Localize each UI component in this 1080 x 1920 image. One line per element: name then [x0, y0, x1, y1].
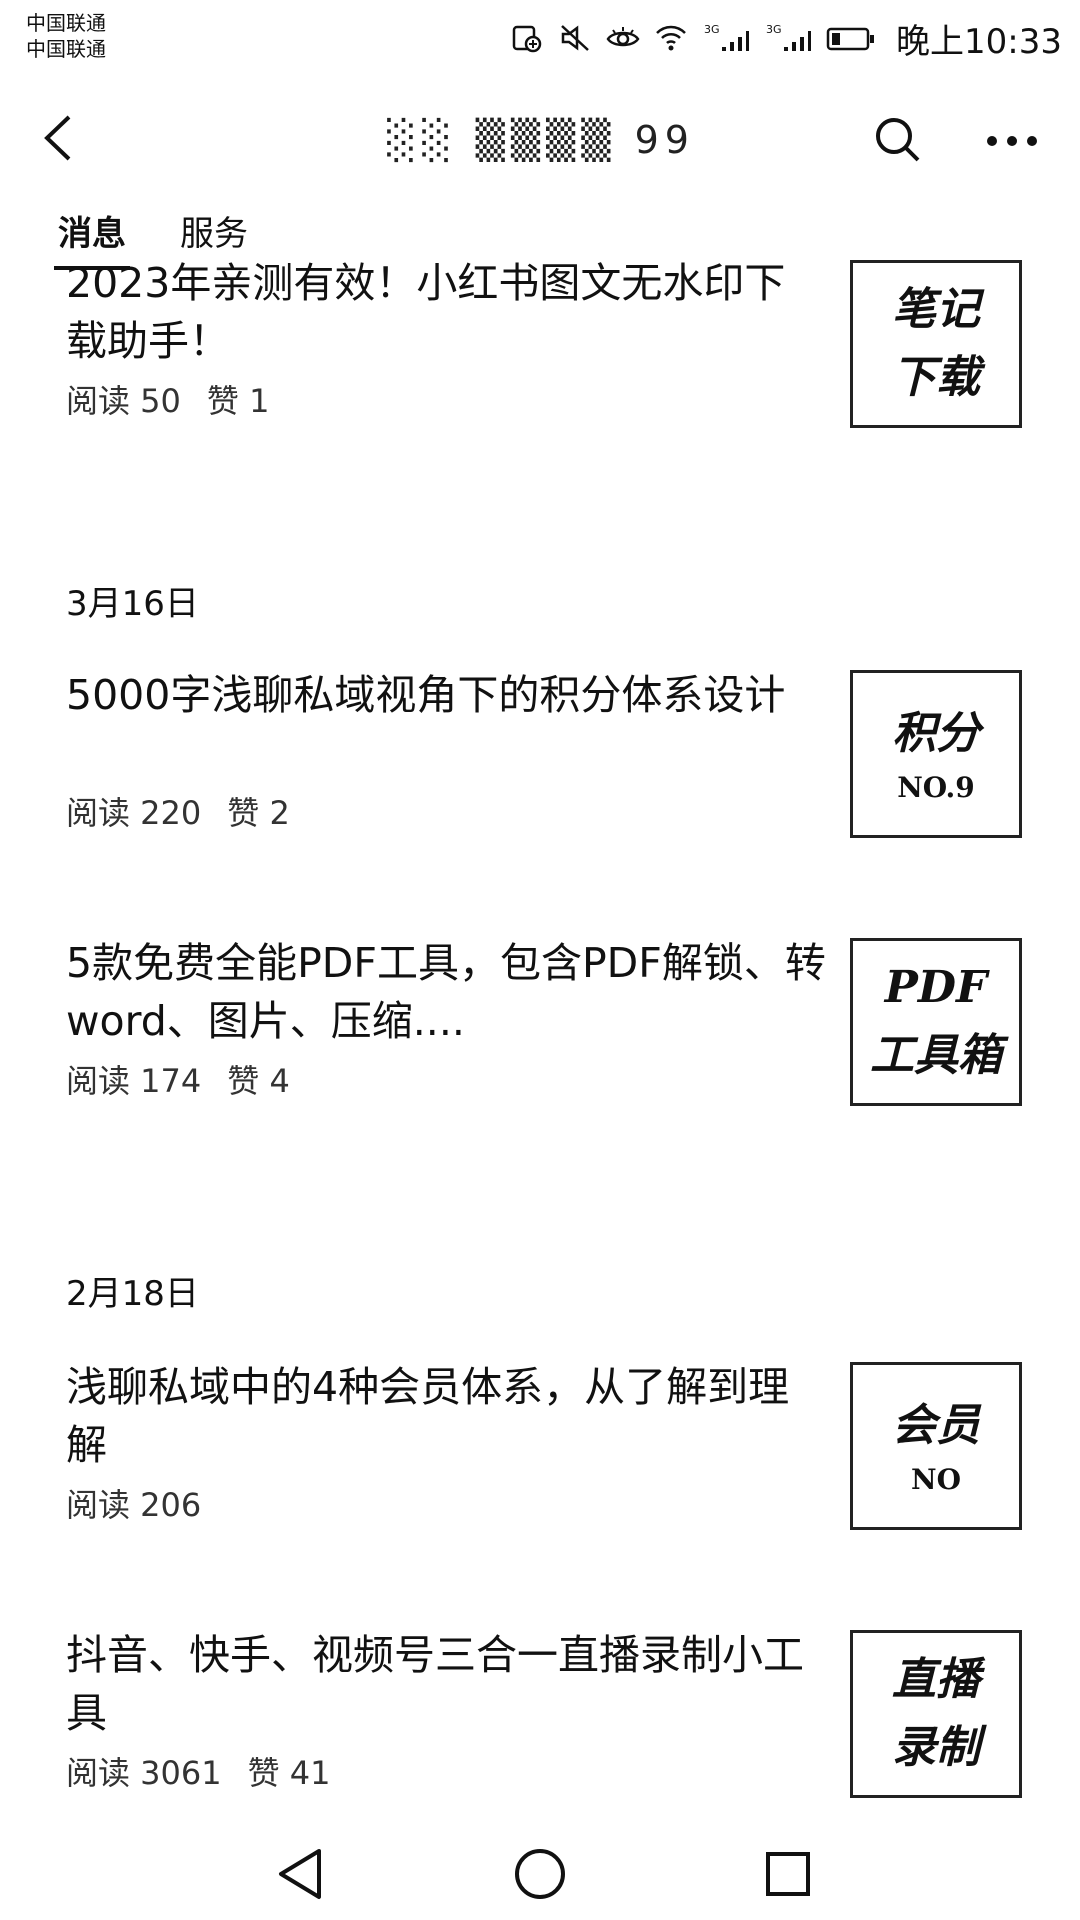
article-meta: 阅读 220 赞 2	[66, 788, 290, 834]
eye-comfort-icon	[606, 21, 640, 55]
read-count: 阅读 3061	[66, 1754, 222, 1792]
article-title: 抖音、快手、视频号三合一直播录制小工具	[66, 1631, 804, 1737]
nav-home-icon	[513, 1847, 567, 1905]
article-title: 浅聊私域中的4种会员体系，从了解到理解	[66, 1363, 790, 1469]
article-thumbnail: 直播 录制	[850, 1630, 1022, 1798]
article-meta: 阅读 174 赞 4	[66, 1056, 290, 1102]
thumb-line: 笔记	[892, 284, 980, 335]
nav-recents-button[interactable]	[756, 1844, 820, 1908]
nfc-icon	[510, 21, 544, 55]
thumb-line: 会员	[892, 1400, 980, 1451]
status-bar: 中国联通 中国联通 3G 3G 晚上10:33	[0, 0, 1080, 80]
nav-home-button[interactable]	[508, 1844, 572, 1908]
article-meta: 阅读 50 赞 1	[66, 376, 269, 422]
clock: 晚上10:33	[896, 21, 1062, 62]
signal-2-label: 3G	[766, 23, 782, 36]
signal-icon: 3G	[702, 21, 750, 55]
more-button[interactable]	[982, 114, 1042, 170]
thumb-line: 积分	[892, 708, 980, 759]
search-icon	[873, 115, 923, 169]
thumb-line: NO	[911, 1463, 961, 1496]
app-header: ░░ ▒▒▒▒ 99	[0, 92, 1080, 188]
thumb-line: PDF	[884, 962, 988, 1013]
article-thumbnail: 积分 NO.9	[850, 670, 1022, 838]
thumb-line: 录制	[892, 1722, 980, 1773]
thumb-line: 下载	[892, 352, 980, 403]
signal-1-label: 3G	[704, 23, 720, 36]
search-button[interactable]	[870, 114, 926, 170]
carrier-2: 中国联通	[26, 37, 106, 61]
thumb-line: 直播	[892, 1654, 980, 1705]
account-title: ░░ ▒▒▒▒ 99	[346, 114, 736, 166]
article-title: 5000字浅聊私域视角下的积分体系设计	[66, 671, 786, 719]
system-nav-bar	[0, 1830, 1080, 1920]
article-title: 5款免费全能PDF工具，包含PDF解锁、转word、图片、压缩....	[66, 939, 826, 1045]
like-count: 赞 4	[227, 1062, 290, 1100]
nav-back-icon	[275, 1847, 325, 1905]
read-count: 阅读 174	[66, 1062, 202, 1100]
thumb-line: 工具箱	[870, 1030, 1002, 1081]
more-icon	[985, 133, 1039, 152]
article-thumbnail: PDF 工具箱	[850, 938, 1022, 1106]
read-count: 阅读 50	[66, 382, 181, 420]
nav-back-button[interactable]	[268, 1844, 332, 1908]
like-count: 赞 1	[206, 382, 270, 420]
back-arrow-icon	[41, 113, 75, 167]
carrier-info: 中国联通 中国联通	[26, 10, 106, 62]
date-header: 3月16日	[66, 584, 199, 624]
battery-icon	[826, 21, 876, 55]
page-title: ░░ ▒▒▒▒ 99	[387, 118, 695, 162]
status-icons: 3G 3G 晚上10:33	[510, 14, 1062, 62]
back-button[interactable]	[30, 112, 86, 168]
read-count: 阅读 206	[66, 1486, 202, 1524]
like-count: 赞 2	[227, 794, 290, 832]
article-thumbnail: 笔记 下载	[850, 260, 1022, 428]
article-meta: 阅读 206	[66, 1480, 227, 1526]
read-count: 阅读 220	[66, 794, 202, 832]
date-header: 2月18日	[66, 1274, 199, 1314]
article-list: 2023年亲测有效！小红书图文无水印下载助手！ 阅读 50 赞 1 笔记 下载 …	[0, 248, 1080, 1818]
article-title: 2023年亲测有效！小红书图文无水印下载助手！	[66, 259, 786, 365]
article-thumbnail: 会员 NO	[850, 1362, 1022, 1530]
signal-icon: 3G	[764, 21, 812, 55]
thumb-line: NO.9	[897, 771, 975, 804]
like-count: 赞 41	[247, 1754, 331, 1792]
mute-icon	[558, 21, 592, 55]
article-meta: 阅读 3061 赞 41	[66, 1748, 331, 1794]
wifi-icon	[654, 21, 688, 55]
carrier-1: 中国联通	[26, 11, 106, 35]
nav-recents-icon	[763, 1849, 813, 1903]
